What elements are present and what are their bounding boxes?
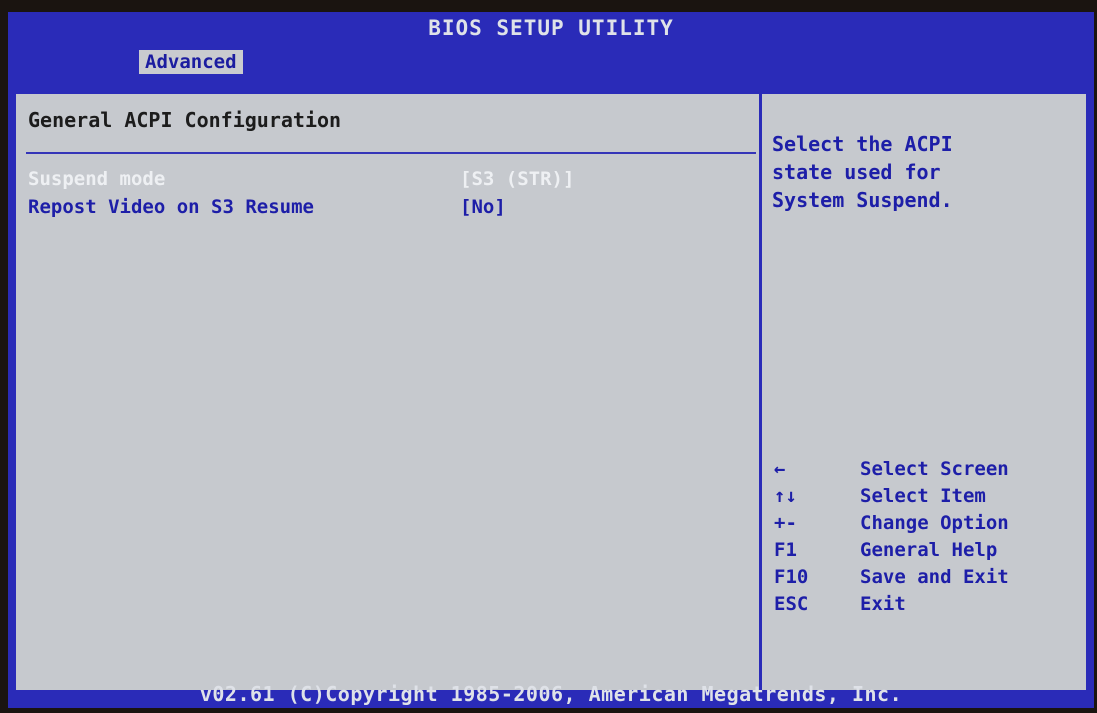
key-legend-row: +- Change Option [774, 510, 1074, 537]
key-action: Select Screen [860, 458, 1009, 480]
key-action: Exit [860, 593, 906, 615]
section-divider [26, 152, 756, 154]
help-panel: Select the ACPI state used for System Su… [762, 94, 1086, 690]
setting-value[interactable]: [S3 (STR)] [460, 168, 574, 190]
key-name: F1 [774, 539, 797, 561]
key-legend: ← Select Screen ↑↓ Select Item +- Change… [774, 456, 1074, 618]
bios-screen: BIOS SETUP UTILITY Advanced General ACPI… [8, 12, 1094, 708]
section-title: General ACPI Configuration [28, 108, 342, 132]
key-action: General Help [860, 539, 998, 561]
settings-panel: General ACPI Configuration Suspend mode … [16, 94, 762, 690]
key-action: Change Option [860, 512, 1009, 534]
key-legend-row: ← Select Screen [774, 456, 1074, 483]
key-legend-row: F1 General Help [774, 537, 1074, 564]
key-action: Select Item [860, 485, 986, 507]
bios-title: BIOS SETUP UTILITY [428, 16, 674, 40]
key-name: ← [774, 458, 786, 480]
copyright-footer: v02.61 (C)Copyright 1985-2006, American … [199, 682, 903, 706]
key-name: F10 [774, 566, 809, 588]
help-text: Select the ACPI state used for System Su… [772, 132, 953, 212]
key-legend-row: ESC Exit [774, 591, 1074, 618]
setting-value[interactable]: [No] [460, 196, 506, 218]
tab-bar: Advanced [8, 50, 1094, 74]
key-name: ESC [774, 593, 809, 615]
setting-label: Suspend mode [28, 168, 166, 190]
key-name: ↑↓ [774, 485, 797, 507]
key-legend-row: ↑↓ Select Item [774, 483, 1074, 510]
key-legend-row: F10 Save and Exit [774, 564, 1074, 591]
setting-label: Repost Video on S3 Resume [28, 196, 314, 218]
main-area: General ACPI Configuration Suspend mode … [16, 92, 1086, 690]
key-name: +- [774, 512, 797, 534]
tab-advanced[interactable]: Advanced [139, 50, 243, 74]
key-action: Save and Exit [860, 566, 1009, 588]
